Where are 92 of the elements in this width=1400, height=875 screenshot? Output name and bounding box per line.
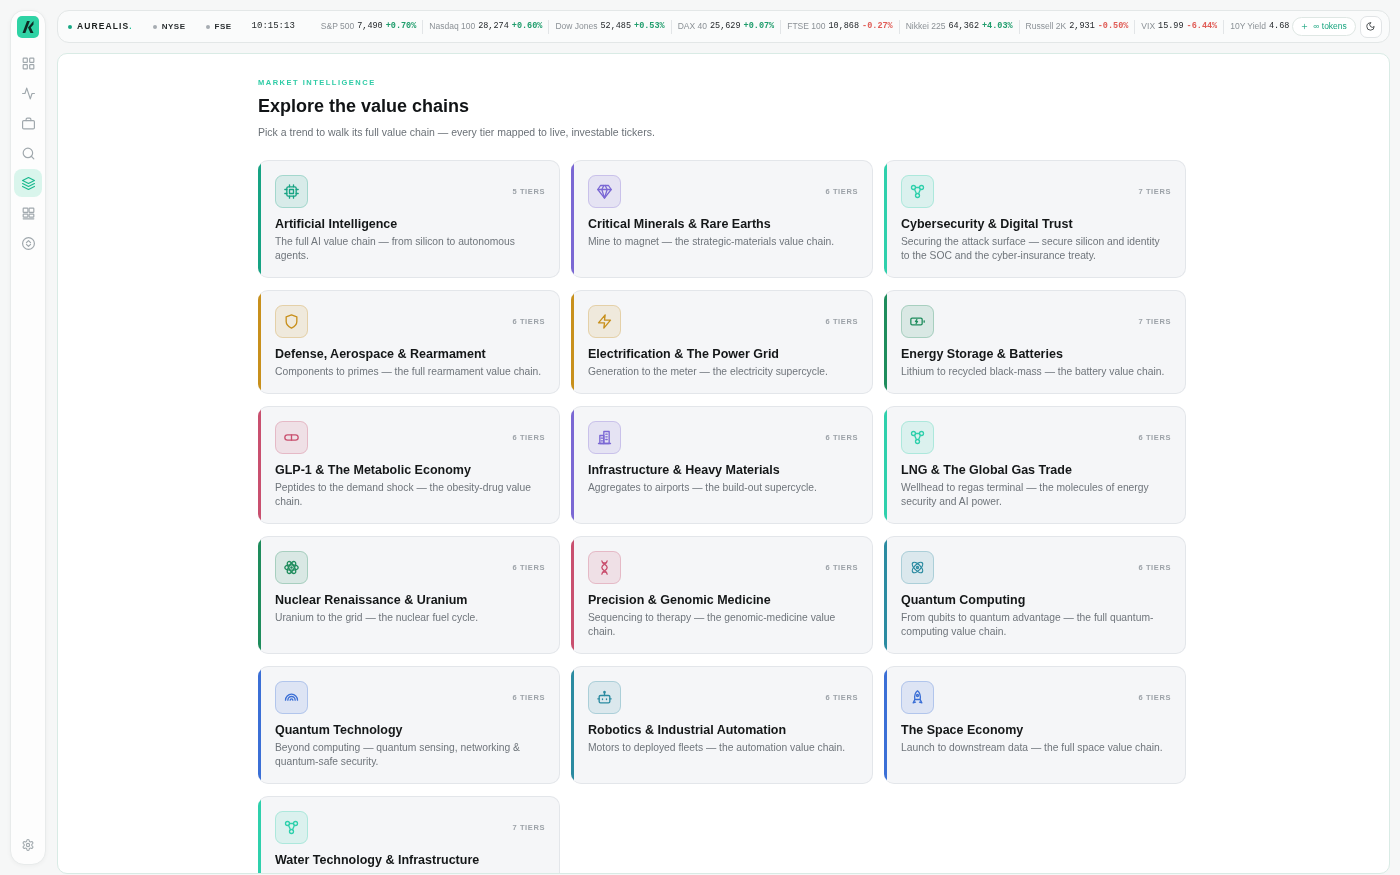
nodes-icon: [901, 421, 934, 454]
battery-icon: [901, 305, 934, 338]
page-subtitle: Pick a trend to walk its full value chain — every tier mapped to live, investable tickers.: [258, 125, 656, 139]
card-title: Robotics & Industrial Automation: [588, 723, 788, 737]
card-description: Sequencing to therapy — the genomic-medicine value chain.: [588, 611, 837, 639]
ticker-change: +4.03%: [982, 20, 1013, 33]
moon-icon[interactable]: [1366, 22, 1376, 31]
briefcase-icon[interactable]: [21, 116, 35, 130]
card-title: Quantum Computing: [901, 593, 1027, 607]
ticker-name: DAX 40: [677, 20, 707, 33]
ticker-change: +0.70%: [385, 20, 417, 33]
layers-icon[interactable]: [21, 176, 35, 190]
logo-icon[interactable]: [17, 16, 39, 38]
brand-name: AUREALIS.: [77, 20, 133, 33]
card-title: LNG & The Global Gas Trade: [901, 463, 1073, 477]
card-title: Infrastructure & Heavy Materials: [588, 463, 781, 477]
card-title: The Space Economy: [901, 723, 1025, 737]
pill-icon: [275, 421, 308, 454]
pulse-icon[interactable]: [21, 86, 35, 100]
card-title: Defense, Aerospace & Rearmament: [275, 347, 487, 361]
ticker-name: VIX: [1141, 20, 1156, 33]
circle-chevrons-icon[interactable]: [21, 236, 35, 250]
card-description: Uranium to the grid — the nuclear fuel cycle.: [275, 611, 480, 625]
arcs-icon: [275, 681, 308, 714]
ticker-value: 4.68: [1268, 20, 1290, 33]
search-icon[interactable]: [21, 146, 35, 160]
ticker-change: -0.50%: [1097, 20, 1129, 33]
sidebar-nav-button[interactable]: [14, 169, 42, 197]
card-title: Artificial Intelligence: [275, 217, 399, 231]
card-description: Aggregates to airports — the build-out supercycle.: [588, 481, 818, 495]
ticker-change: +0.60%: [511, 20, 543, 33]
nodes-icon: [275, 811, 308, 844]
settings-icon[interactable]: [22, 839, 34, 851]
theme-toggle-button[interactable]: [1359, 15, 1382, 38]
card-title: Quantum Technology: [275, 723, 404, 737]
ticker-change: -0.27%: [862, 20, 893, 33]
ticker-value: 7,490: [357, 20, 383, 33]
ticker-name: 10Y Yield: [1230, 20, 1266, 33]
ticker-value: 2,931: [1069, 20, 1095, 33]
ticker-change: +0.07%: [743, 20, 775, 33]
card-description: The full AI value chain — from silicon to autonomous agents.: [275, 235, 516, 263]
ticker-change: +0.53%: [634, 20, 665, 33]
card-title: Critical Minerals & Rare Earths: [588, 217, 772, 231]
grid-icon[interactable]: [21, 56, 35, 70]
ticker-name: Nikkei 225: [905, 20, 946, 33]
card-description: Beyond computing — quantum sensing, networking & quantum-safe security.: [275, 741, 521, 769]
card-description: Motors to deployed fleets — the automation value chain.: [588, 741, 846, 755]
card-title: GLP-1 & The Metabolic Economy: [275, 463, 472, 477]
ticker-value: 64,362: [948, 20, 979, 33]
card-title: Water Technology & Infrastructure: [275, 853, 481, 867]
market-name: FSE: [214, 20, 232, 33]
atom-icon: [275, 551, 308, 584]
shield-icon: [275, 305, 308, 338]
card-description: Peptides to the demand shock — the obesity-drug value chain.: [275, 481, 532, 509]
ticker-value: 28,274: [478, 20, 509, 33]
ticker-name: Dow Jones: [555, 20, 598, 33]
layout-icon[interactable]: [21, 206, 35, 220]
ticker-name: Nasdaq 100: [429, 20, 476, 33]
card-title: Cybersecurity & Digital Trust: [901, 217, 1074, 231]
ticker-name: FTSE 100: [787, 20, 826, 33]
gem-icon: [588, 175, 621, 208]
ticker-change: -6.44%: [1186, 20, 1218, 33]
chip-icon: [275, 175, 308, 208]
dna-icon: [588, 551, 621, 584]
market-name: NYSE: [161, 20, 186, 33]
card-title: Electrification & The Power Grid: [588, 347, 780, 361]
ticker-value: 52,485: [600, 20, 632, 33]
ticker-name: S&P 500: [320, 20, 355, 33]
card-description: Wellhead to regas terminal — the molecules of energy security and AI power.: [901, 481, 1150, 509]
page-title: Explore the value chains: [258, 95, 471, 117]
clock-time: 10:15:13: [251, 19, 295, 33]
ticker-name: Russell 2K: [1025, 20, 1067, 33]
buildings-icon: [588, 421, 621, 454]
card-title: Energy Storage & Batteries: [901, 347, 1064, 361]
card-description: Launch to downstream data — the full space value chain.: [901, 741, 1164, 755]
rocket-icon: [901, 681, 934, 714]
card-title: Nuclear Renaissance & Uranium: [275, 593, 469, 607]
ticker-value: 15.99: [1158, 20, 1184, 33]
card-description: Components to primes — the full rearmament value chain.: [275, 365, 543, 379]
card-description: Lithium to recycled black-mass — the battery value chain.: [901, 365, 1166, 379]
nodes-icon: [901, 175, 934, 208]
card-description: Generation to the meter — the electricity supercycle.: [588, 365, 829, 379]
bolt-icon: [588, 305, 621, 338]
robot-icon: [588, 681, 621, 714]
card-description: Securing the attack surface — secure silicon and identity to the SOC and the cyber-insurance treaty.: [901, 235, 1161, 263]
card-title: Precision & Genomic Medicine: [588, 593, 772, 607]
ticker-value: 10,868: [828, 20, 860, 33]
card-description: From qubits to quantum advantage — the full quantum-computing value chain.: [901, 611, 1155, 639]
card-description: Mine to magnet — the strategic-materials value chain.: [588, 235, 836, 249]
atom-icon: [901, 551, 934, 584]
plus-icon[interactable]: [1301, 23, 1309, 30]
ticker-value: 25,629: [709, 20, 741, 33]
